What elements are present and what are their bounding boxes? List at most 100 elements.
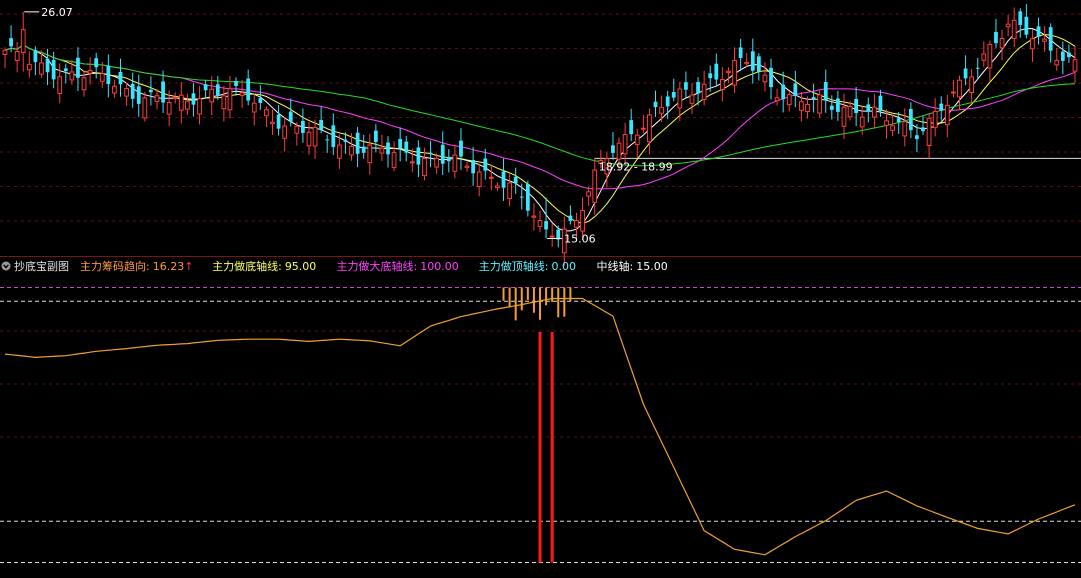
candle-body [531,215,537,218]
indicator-value-3: 主力做顶轴线: 0.00 [479,259,576,273]
candle-body [513,176,518,184]
candle-body [51,59,56,80]
candle-body [251,102,257,113]
candle-body [957,79,962,98]
candle-body [975,67,980,69]
candle-body [33,50,38,63]
candle-body [969,76,975,94]
candle-body [166,101,172,115]
candle-body [234,81,238,86]
candle-body [696,81,700,94]
candle-body [26,63,32,71]
candle-body [276,114,281,129]
candle-body [701,83,707,100]
up-arrow-icon: ↑ [184,260,193,273]
candle-body [786,94,792,106]
candle-body [640,127,646,130]
candle-body [373,130,378,142]
candle-body [99,73,105,82]
indicator-menu-icon[interactable] [1,261,11,271]
candle-body [325,139,330,141]
candle-body [999,38,1005,49]
candle-body [629,120,634,135]
candle-body [1005,23,1011,28]
candle-body [361,146,366,153]
candle-body [689,94,695,104]
candle-body [20,29,26,53]
candle-body [294,125,300,134]
low-price-label: 15.06 [564,232,596,245]
candle-body [239,92,245,96]
candle-body [446,156,451,162]
candle-body [854,98,859,114]
candle-body [720,79,725,91]
candle-body [836,98,840,112]
candle-body [106,65,111,85]
candle-body [94,58,99,68]
candle-body [549,235,555,238]
candle-body [774,97,780,102]
candle-body [944,104,950,126]
candle-body [829,105,834,110]
candle-body [1030,38,1035,50]
candle-body [495,185,500,189]
candle-body [611,145,615,153]
candle-body [331,125,336,147]
candle-body [343,139,348,142]
candle-body [288,111,293,122]
candle-body [452,154,458,172]
candle-body [902,121,908,137]
range-price-label: 18.92 - 18.99 [599,160,673,173]
candle-body [805,103,810,113]
candle-body [355,132,360,154]
indicator-title[interactable]: 抄底宝副图 [14,259,69,273]
candle-body [404,141,409,153]
candle-body [227,88,233,111]
candle-body [811,97,816,100]
candle-body [476,171,482,188]
candle-body [622,134,628,155]
candle-body [149,89,153,93]
candle-body [726,70,731,74]
candle-body [817,94,823,114]
candle-body [841,106,847,127]
candle-body [884,120,889,126]
candle-body [525,184,530,211]
candle-body [939,103,944,111]
candle-body [823,82,828,101]
candle-body [142,97,148,119]
candle-body [871,106,877,118]
candle-body [769,67,773,88]
candle-body [197,98,202,115]
candle-body [1072,59,1078,72]
candle-body [319,120,324,130]
candle-body [781,84,786,100]
candle-body [154,95,160,102]
candle-body [592,169,598,203]
candle-body [1054,59,1060,66]
candle-body [744,61,750,65]
candle-body [1018,11,1023,25]
candle-body [926,117,932,146]
candle-body [87,70,93,74]
candle-body [921,127,925,132]
candle-body [951,91,956,94]
candle-body [1048,27,1053,51]
candle-body [130,83,135,99]
candle-body [178,94,184,111]
candle-body [203,84,208,91]
candle-body [677,88,683,109]
indicator-value-number: 15.00 [636,260,668,273]
candle-body [616,142,622,160]
candle-body [161,81,165,103]
candle-body [306,131,312,147]
candle-body [586,191,592,197]
candle-body [440,144,445,164]
candle-body [544,221,548,230]
indicator-value-label: 主力做大底轴线: [337,259,418,273]
candle-body [671,92,676,98]
candle-body [659,106,664,114]
indicator-value-1: 主力做底轴线: 95.00 [212,259,316,273]
candle-body [63,68,68,72]
candle-body [932,110,938,129]
